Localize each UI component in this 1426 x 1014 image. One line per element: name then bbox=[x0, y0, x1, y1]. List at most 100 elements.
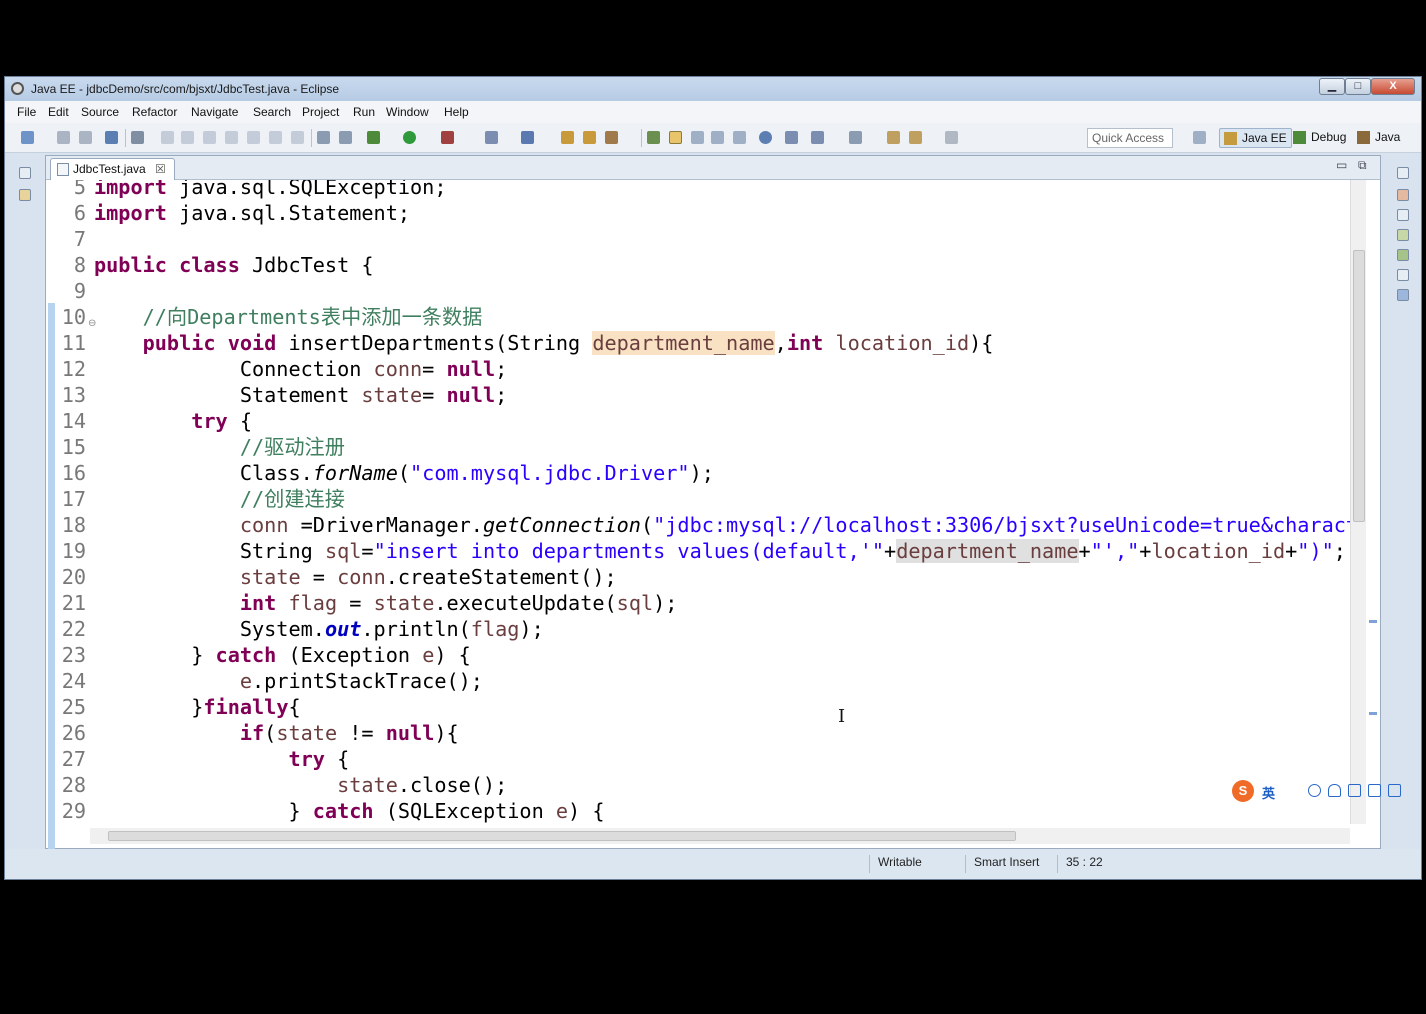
fold-toggle-icon[interactable]: ⊖ bbox=[88, 318, 96, 329]
new-icon[interactable] bbox=[21, 131, 34, 144]
occurrence-marker[interactable] bbox=[1369, 712, 1377, 715]
quick-access-input[interactable]: Quick Access bbox=[1087, 128, 1173, 148]
search-icon[interactable] bbox=[605, 131, 618, 144]
menu-help[interactable]: Help bbox=[444, 105, 469, 119]
code-line: 22 System.out.println(flag); bbox=[61, 617, 544, 641]
perspective-java[interactable]: Java bbox=[1353, 128, 1404, 148]
code-editor[interactable]: 5 import java.sql.SQLException; 6 import j… bbox=[46, 180, 1350, 824]
step-over-icon[interactable] bbox=[269, 131, 282, 144]
web-browser-icon[interactable] bbox=[759, 131, 772, 144]
tab-jdbctest-java[interactable]: JdbcTest.java ☒ bbox=[50, 158, 175, 180]
menu-run[interactable]: Run bbox=[353, 105, 375, 119]
code-line: 10 //向Departments表中添加一条数据 bbox=[61, 305, 483, 329]
occurrence-marker[interactable] bbox=[1369, 620, 1377, 623]
terminate-icon[interactable] bbox=[203, 131, 216, 144]
perspective-label: Java EE bbox=[1242, 131, 1287, 145]
menu-refactor[interactable]: Refactor bbox=[132, 105, 177, 119]
run-icon[interactable] bbox=[403, 131, 416, 144]
data-source-icon[interactable] bbox=[1397, 249, 1409, 261]
menu-project[interactable]: Project bbox=[302, 105, 339, 119]
java-file-icon bbox=[57, 163, 69, 176]
status-writable: Writable bbox=[869, 855, 922, 873]
emoji-icon[interactable] bbox=[1308, 784, 1321, 797]
menu-navigate[interactable]: Navigate bbox=[191, 105, 238, 119]
code-line: 14 try { bbox=[61, 409, 253, 433]
new-server-icon[interactable] bbox=[485, 131, 498, 144]
status-cursor-position: 35 : 22 bbox=[1057, 855, 1103, 873]
code-line: 28 state.close(); bbox=[61, 773, 508, 797]
vertical-scroll-thumb[interactable] bbox=[1353, 250, 1365, 522]
minimize-panel-icon[interactable]: ▭ bbox=[1336, 158, 1347, 172]
vertical-scrollbar[interactable] bbox=[1350, 180, 1366, 824]
drop-to-frame-icon[interactable] bbox=[317, 131, 330, 144]
snippets-icon[interactable] bbox=[1397, 269, 1409, 281]
microphone-icon[interactable] bbox=[1328, 784, 1341, 797]
tab-label: JdbcTest.java bbox=[73, 162, 146, 176]
forward-icon[interactable] bbox=[945, 131, 958, 144]
restore-right-icon[interactable] bbox=[1397, 167, 1409, 179]
eclipse-window: Java EE - jdbcDemo/src/com/bjsxt/JdbcTes… bbox=[4, 76, 1422, 880]
menu-search[interactable]: Search bbox=[253, 105, 291, 119]
save-all-icon[interactable] bbox=[79, 131, 92, 144]
toggle-mark-occurrences-icon[interactable] bbox=[647, 131, 660, 144]
toolbox-icon[interactable] bbox=[1388, 784, 1401, 797]
suspend-icon[interactable] bbox=[181, 131, 194, 144]
window-title: Java EE - jdbcDemo/src/com/bjsxt/JdbcTes… bbox=[31, 82, 340, 96]
open-task-icon[interactable] bbox=[583, 131, 596, 144]
menu-window[interactable]: Window bbox=[386, 105, 429, 119]
restore-icon[interactable] bbox=[19, 167, 31, 179]
next-annotation-icon[interactable] bbox=[785, 131, 798, 144]
maximize-panel-icon[interactable]: ⧉ bbox=[1358, 158, 1367, 173]
status-insert-mode: Smart Insert bbox=[965, 855, 1039, 873]
step-into-icon[interactable] bbox=[247, 131, 260, 144]
save-icon[interactable] bbox=[57, 131, 70, 144]
toggle-highlight-icon[interactable] bbox=[669, 131, 682, 144]
perspective-java-ee[interactable]: Java EE bbox=[1219, 128, 1292, 148]
punctuation-icon[interactable] bbox=[1288, 784, 1301, 797]
show-whitespace-icon[interactable] bbox=[733, 131, 746, 144]
keyboard-icon[interactable] bbox=[1348, 784, 1361, 797]
project-explorer-icon[interactable] bbox=[19, 189, 31, 201]
servers-icon[interactable] bbox=[1397, 229, 1409, 241]
previous-annotation-icon[interactable] bbox=[811, 131, 824, 144]
perspective-label: Debug bbox=[1311, 130, 1347, 144]
block-selection-icon[interactable] bbox=[691, 131, 704, 144]
ime-language-toggle[interactable]: 英 bbox=[1262, 783, 1275, 802]
perspective-debug[interactable]: Debug bbox=[1289, 128, 1350, 148]
menu-edit[interactable]: Edit bbox=[48, 105, 69, 119]
last-edit-location-icon[interactable] bbox=[849, 131, 862, 144]
code-line: 27 try { bbox=[61, 747, 350, 771]
use-step-filters-icon[interactable] bbox=[339, 131, 352, 144]
outline-icon[interactable] bbox=[1397, 209, 1409, 221]
sogou-logo-icon[interactable]: S bbox=[1232, 780, 1254, 802]
close-button[interactable]: X bbox=[1371, 78, 1415, 95]
horizontal-scroll-thumb[interactable] bbox=[108, 831, 1016, 841]
debug-icon[interactable] bbox=[367, 131, 380, 144]
skin-icon[interactable] bbox=[1368, 784, 1381, 797]
resume-icon[interactable] bbox=[161, 131, 174, 144]
overview-ruler[interactable] bbox=[1366, 180, 1380, 824]
open-perspective-icon[interactable] bbox=[1193, 131, 1206, 144]
external-tools-icon[interactable] bbox=[441, 131, 454, 144]
close-tab-icon[interactable]: ☒ bbox=[155, 162, 166, 176]
minimize-button[interactable]: ▁ bbox=[1319, 78, 1345, 95]
code-line: 26 if(state != null){ bbox=[61, 721, 459, 745]
code-line: 25 }finally{ bbox=[61, 695, 301, 719]
disconnect-icon[interactable] bbox=[225, 131, 238, 144]
back-icon[interactable] bbox=[887, 131, 900, 144]
task-list-icon[interactable] bbox=[1397, 189, 1409, 201]
back-arrow-icon[interactable] bbox=[909, 131, 922, 144]
eclipse-icon bbox=[11, 82, 24, 95]
open-type-icon[interactable] bbox=[561, 131, 574, 144]
word-wrap-icon[interactable] bbox=[711, 131, 724, 144]
console-icon[interactable] bbox=[105, 131, 118, 144]
console-view-icon[interactable] bbox=[1397, 289, 1409, 301]
menu-source[interactable]: Source bbox=[81, 105, 119, 119]
new-class-icon[interactable] bbox=[521, 131, 534, 144]
skip-breakpoints-icon[interactable] bbox=[131, 131, 144, 144]
code-line: 24 e.printStackTrace(); bbox=[61, 669, 483, 693]
maximize-button[interactable]: □ bbox=[1345, 78, 1371, 95]
step-return-icon[interactable] bbox=[291, 131, 304, 144]
menu-file[interactable]: File bbox=[17, 105, 36, 119]
horizontal-scrollbar[interactable] bbox=[90, 828, 1350, 844]
